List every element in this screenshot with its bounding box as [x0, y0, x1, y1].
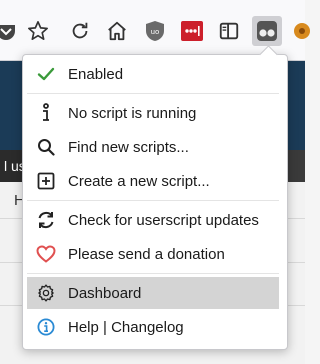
menu-item-dashboard[interactable]: Dashboard: [27, 277, 279, 309]
reload-icon[interactable]: [68, 19, 92, 43]
menu-item-help[interactable]: Help | Changelog: [27, 311, 279, 343]
bookmark-star-icon[interactable]: [26, 19, 50, 43]
info-circle-icon: [36, 317, 56, 337]
tampermonkey-popup-menu: Enabled No script is running Find new sc…: [22, 45, 288, 350]
menu-item-label: Enabled: [68, 65, 124, 83]
search-icon: [36, 137, 56, 157]
menu-item-no-script: No script is running: [27, 97, 279, 129]
plus-box-icon: [36, 171, 56, 191]
pocket-icon[interactable]: [0, 19, 18, 43]
check-icon: [36, 64, 56, 84]
menu-item-label: Find new scripts...: [68, 138, 189, 156]
menu-item-label: Help | Changelog: [68, 318, 184, 336]
svg-text:uo: uo: [151, 28, 160, 36]
lastpass-icon[interactable]: [180, 19, 204, 43]
menu-separator: [27, 200, 279, 201]
menu-item-label: No script is running: [68, 104, 197, 122]
menu-item-label: Check for userscript updates: [68, 211, 259, 229]
browser-toolbar: uo: [0, 0, 310, 61]
menu-item-label: Create a new script...: [68, 172, 210, 190]
reader-view-icon[interactable]: [217, 19, 241, 43]
menu-item-enabled[interactable]: Enabled: [27, 58, 279, 90]
menu-separator: [27, 93, 279, 94]
heart-icon: [36, 244, 56, 264]
home-icon[interactable]: [105, 19, 129, 43]
tampermonkey-icon[interactable]: [252, 16, 282, 46]
menu-item-donate[interactable]: Please send a donation: [27, 238, 279, 270]
refresh-icon: [36, 210, 56, 230]
gear-icon: [36, 283, 56, 303]
menu-item-label: Please send a donation: [68, 245, 225, 263]
menu-separator: [27, 273, 279, 274]
menu-item-find-scripts[interactable]: Find new scripts...: [27, 131, 279, 163]
extension-icon[interactable]: [290, 19, 314, 43]
info-icon: [36, 103, 56, 123]
menu-item-label: Dashboard: [68, 284, 142, 302]
menu-item-check-updates[interactable]: Check for userscript updates: [27, 204, 279, 236]
ublock-icon[interactable]: uo: [143, 19, 167, 43]
menu-item-create-script[interactable]: Create a new script...: [27, 165, 279, 197]
